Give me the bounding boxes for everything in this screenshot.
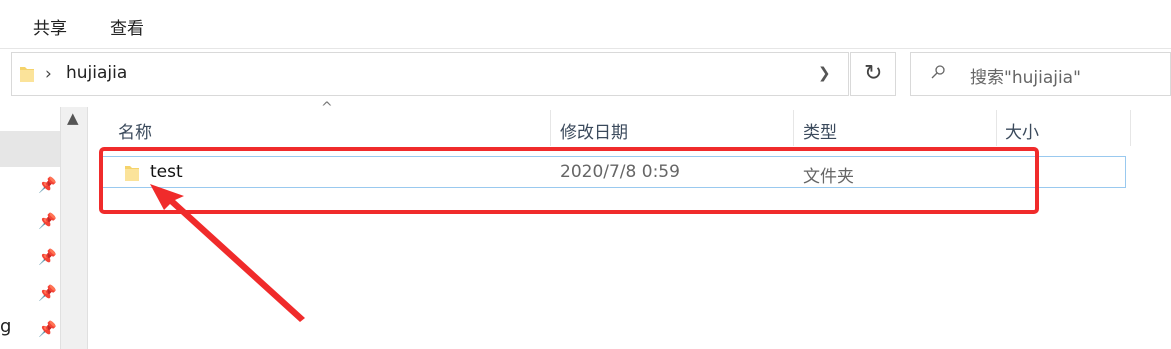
annotation-arrow [150,184,305,322]
